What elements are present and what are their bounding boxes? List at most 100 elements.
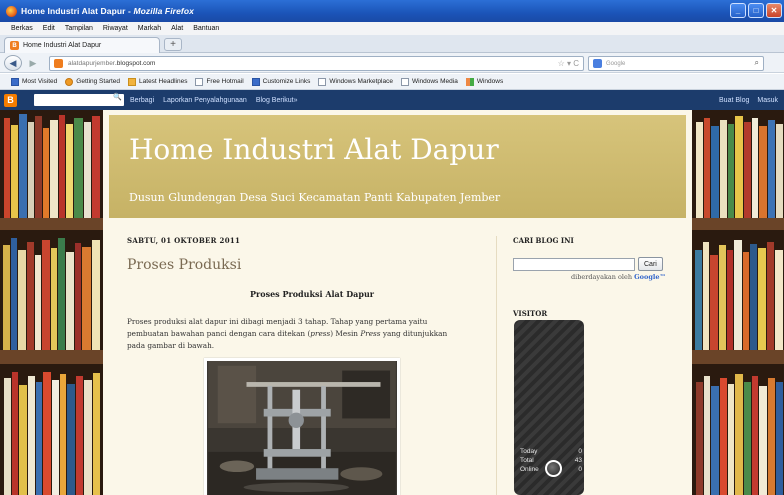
bookmark-free-hotmail[interactable]: Free Hotmail <box>195 77 244 86</box>
blog-header: Home Industri Alat Dapur Dusun Glundenga… <box>109 115 686 218</box>
bookshelf-left-image <box>0 110 103 495</box>
menu-edit[interactable]: Edit <box>43 25 55 32</box>
post-title[interactable]: Proses Produksi <box>127 257 477 273</box>
blog-search-input[interactable] <box>513 257 635 271</box>
bookmark-most-visited[interactable]: Most Visited <box>11 77 58 86</box>
tab-label: Home Industri Alat Dapur <box>23 42 102 49</box>
bookmarks-bar: Most Visited Getting Started Latest Head… <box>0 74 784 90</box>
globe-icon <box>545 460 562 477</box>
url-controls[interactable]: ☆ ▾ C <box>558 59 579 68</box>
post-subtitle: Proses Produksi Alat Dapur <box>250 289 374 299</box>
bookmark-label: Windows Media <box>411 78 458 85</box>
blog-sidebar: CARI BLOG INI Cari diberdayakan oleh Goo… <box>513 236 673 495</box>
create-blog-link[interactable]: Buat Blog <box>719 97 749 104</box>
bookmark-label: Most Visited <box>22 78 58 85</box>
page-icon <box>195 77 204 86</box>
counter-value: 0 <box>578 466 582 473</box>
blog-description: Dusun Glundengan Desa Suci Kecamatan Pan… <box>129 191 501 204</box>
blogger-logo-icon[interactable]: B <box>4 93 17 107</box>
counter-label: Online <box>520 466 539 473</box>
firefox-icon <box>65 77 74 86</box>
powered-by-text: diberdayakan oleh <box>571 273 635 281</box>
menu-markah[interactable]: Markah <box>138 25 161 32</box>
post-column: SABTU, 01 OKTOBER 2011 Proses Produksi P… <box>127 236 477 495</box>
post-body: Proses produksi alat dapur ini dibagi me… <box>127 316 467 352</box>
powered-by: diberdayakan oleh Google™ <box>513 273 666 281</box>
menu-tampilan[interactable]: Tampilan <box>65 25 93 32</box>
share-link[interactable]: Berbagi <box>130 97 154 104</box>
counter-total-row: Total 43 <box>520 457 606 464</box>
url-domain: alatdapurjember <box>68 60 115 67</box>
rss-icon <box>128 77 137 86</box>
sign-in-link[interactable]: Masuk <box>757 97 778 104</box>
counter-value: 0 <box>578 448 582 455</box>
search-widget: Cari <box>513 257 673 271</box>
post-body-italic: press <box>310 329 331 338</box>
browser-tab[interactable]: B Home Industri Alat Dapur <box>4 37 160 53</box>
url-bar[interactable]: alatdapurjember .blogspot.com ☆ ▾ C <box>49 56 584 71</box>
firefox-icon <box>6 5 17 17</box>
bookshelf-right-image <box>692 110 784 495</box>
press-machine-photo[interactable] <box>204 358 400 495</box>
bookmark-label: Windows <box>476 78 504 85</box>
page-icon <box>400 77 409 86</box>
folder-icon <box>11 77 19 86</box>
report-abuse-link[interactable]: Laporkan Penyalahgunaan <box>163 97 247 104</box>
bookmark-windows-marketplace[interactable]: Windows Marketplace <box>318 77 393 86</box>
maximize-button[interactable]: □ <box>748 3 764 18</box>
menu-bantuan[interactable]: Bantuan <box>193 25 219 32</box>
blog-title[interactable]: Home Industri Alat Dapur <box>129 133 499 166</box>
blogger-navbar: B Berbagi Laporkan Penyalahgunaan Blog B… <box>0 90 784 110</box>
window-title-page: Home Industri Alat Dapur <box>21 6 126 16</box>
search-widget-title: CARI BLOG INI <box>513 236 574 245</box>
counter-online-row: Online 0 <box>520 466 606 473</box>
bookmark-label: Windows Marketplace <box>329 78 393 85</box>
window-titlebar: Home Industri Alat Dapur - Mozilla Firef… <box>0 0 784 22</box>
search-placeholder: Google <box>606 60 626 67</box>
site-favicon-icon <box>54 59 63 68</box>
new-tab-button[interactable]: + <box>164 38 182 51</box>
search-button[interactable]: Cari <box>638 257 663 271</box>
page-icon <box>318 77 327 86</box>
counter-label: Total <box>520 457 534 464</box>
bookmark-latest-headlines[interactable]: Latest Headlines <box>128 77 188 86</box>
blogger-favicon-icon: B <box>10 41 19 50</box>
google-engine-icon[interactable] <box>593 59 602 68</box>
google-logo[interactable]: Google™ <box>634 273 666 281</box>
minimize-button[interactable]: _ <box>730 3 746 18</box>
page-icon <box>251 77 260 86</box>
menu-berkas[interactable]: Berkas <box>11 25 33 32</box>
tab-strip: B Home Industri Alat Dapur + <box>0 35 784 53</box>
post-body-italic: Press <box>360 329 381 338</box>
menu-alat[interactable]: Alat <box>171 25 183 32</box>
column-divider <box>496 236 497 495</box>
bookmark-label: Latest Headlines <box>139 78 188 85</box>
close-button[interactable]: ✕ <box>766 3 782 18</box>
bookmark-windows[interactable]: Windows <box>465 77 504 86</box>
bookmark-label: Free Hotmail <box>206 78 244 85</box>
url-rest: .blogspot.com <box>114 60 156 67</box>
counter-value: 43 <box>574 457 582 464</box>
bookmark-customize-links[interactable]: Customize Links <box>251 77 311 86</box>
window-controls: _ □ ✕ <box>730 3 782 18</box>
bookmark-label: Customize Links <box>262 78 311 85</box>
menu-riwayat[interactable]: Riwayat <box>103 25 128 32</box>
search-bar[interactable]: Google ⌕ <box>588 56 764 71</box>
post-body-text: ) Mesin <box>330 329 361 338</box>
window-title-app: Mozilla Firefox <box>133 6 194 16</box>
visitor-counter-widget[interactable]: Today 0 Total 43 Online 0 <box>514 320 584 495</box>
bookmark-getting-started[interactable]: Getting Started <box>65 77 120 86</box>
counter-today-row: Today 0 <box>520 448 606 455</box>
menu-bar: Berkas Edit Tampilan Riwayat Markah Alat… <box>0 22 784 35</box>
search-icon[interactable]: ⌕ <box>755 58 759 68</box>
forward-button[interactable]: ▶ <box>25 55 41 71</box>
blog-page: Home Industri Alat Dapur Dusun Glundenga… <box>0 110 784 495</box>
blog-content: Home Industri Alat Dapur Dusun Glundenga… <box>103 110 692 495</box>
blogger-account-links: Buat Blog Masuk <box>719 97 778 104</box>
bookmark-windows-media[interactable]: Windows Media <box>400 77 458 86</box>
back-button[interactable]: ◀ <box>4 55 22 71</box>
visitor-widget-title: VISITOR <box>513 309 548 318</box>
window-title: Home Industri Alat Dapur - Mozilla Firef… <box>21 6 194 16</box>
blogger-search-input[interactable] <box>34 93 124 106</box>
next-blog-link[interactable]: Blog Berikut» <box>256 97 298 104</box>
